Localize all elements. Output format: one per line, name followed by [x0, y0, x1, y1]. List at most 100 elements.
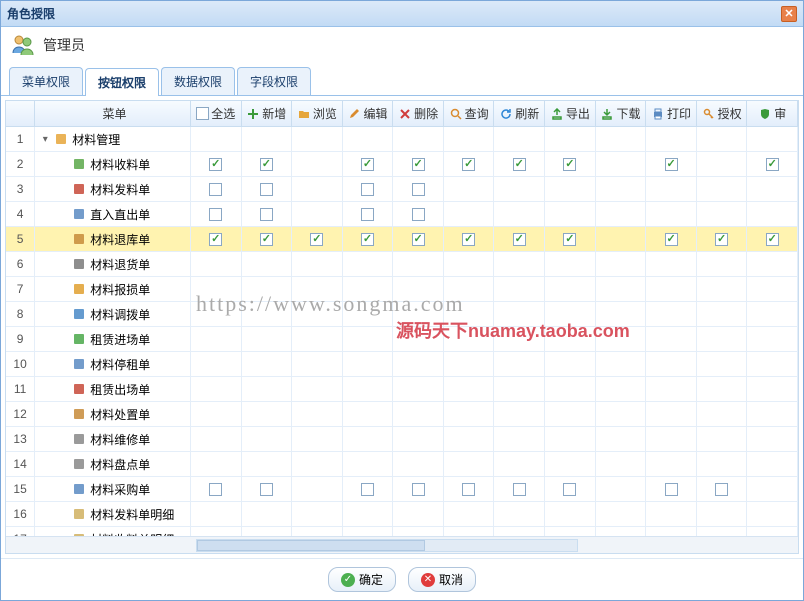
- column-header-query[interactable]: 查询: [444, 101, 495, 126]
- grid-header: 菜单全选新增浏览编辑删除查询刷新导出下载打印授权审: [6, 101, 798, 127]
- perm-cell-query: [444, 327, 495, 351]
- menu-item-label: 材料维修单: [90, 431, 150, 448]
- ok-button[interactable]: ✓确定: [328, 567, 396, 592]
- perm-checkbox-authorize[interactable]: [715, 483, 728, 496]
- pencil-icon: [347, 107, 361, 121]
- perm-checkbox-query[interactable]: [462, 233, 475, 246]
- perm-checkbox-delete[interactable]: [412, 483, 425, 496]
- column-header-export[interactable]: 导出: [545, 101, 596, 126]
- select-all-checkbox[interactable]: [196, 107, 209, 120]
- table-row[interactable]: 2材料收料单: [6, 152, 798, 177]
- perm-checkbox-edit[interactable]: [361, 183, 374, 196]
- perm-checkbox-delete[interactable]: [412, 183, 425, 196]
- table-row[interactable]: 17材料收料单明细: [6, 527, 798, 536]
- column-header-delete[interactable]: 删除: [393, 101, 444, 126]
- perm-checkbox-review[interactable]: [766, 158, 779, 171]
- horizontal-scrollbar[interactable]: [6, 536, 798, 553]
- column-header-authorize[interactable]: 授权: [697, 101, 748, 126]
- perm-checkbox-refresh[interactable]: [513, 483, 526, 496]
- table-row[interactable]: 14材料盘点单: [6, 452, 798, 477]
- table-row[interactable]: 16材料发料单明细: [6, 502, 798, 527]
- table-row[interactable]: 9租赁进场单: [6, 327, 798, 352]
- perm-cell-refresh: [494, 477, 545, 501]
- row-number: 6: [6, 252, 35, 276]
- perm-checkbox-query[interactable]: [462, 158, 475, 171]
- column-header-all[interactable]: 全选: [191, 101, 242, 126]
- tree-toggle-icon[interactable]: ▾: [39, 134, 51, 145]
- perm-checkbox-add[interactable]: [260, 183, 273, 196]
- table-row[interactable]: 5材料退库单: [6, 227, 798, 252]
- perm-cell-review: [747, 127, 798, 151]
- table-row[interactable]: 10材料停租单: [6, 352, 798, 377]
- table-row[interactable]: 11租赁出场单: [6, 377, 798, 402]
- column-header-menu[interactable]: 菜单: [35, 101, 191, 126]
- cancel-button[interactable]: ✕取消: [408, 567, 476, 592]
- perm-checkbox-print[interactable]: [665, 233, 678, 246]
- perm-checkbox-add[interactable]: [260, 158, 273, 171]
- column-header-review[interactable]: 审: [747, 101, 798, 126]
- tab-1[interactable]: 按钮权限: [85, 68, 159, 96]
- perm-checkbox-all[interactable]: [209, 158, 222, 171]
- menu-item-label: 材料处置单: [90, 406, 150, 423]
- table-row[interactable]: 8材料调拨单: [6, 302, 798, 327]
- perm-checkbox-authorize[interactable]: [715, 233, 728, 246]
- perm-checkbox-add[interactable]: [260, 233, 273, 246]
- grid-body[interactable]: 1▾材料管理2材料收料单3材料发料单4直入直出单5材料退库单6材料退货单7材料报…: [6, 127, 798, 536]
- close-icon[interactable]: ✕: [781, 6, 797, 22]
- column-header-print[interactable]: 打印: [646, 101, 697, 126]
- perm-checkbox-export[interactable]: [563, 158, 576, 171]
- perm-checkbox-edit[interactable]: [361, 208, 374, 221]
- perm-checkbox-edit[interactable]: [361, 483, 374, 496]
- perm-cell-edit: [343, 327, 394, 351]
- perm-checkbox-all[interactable]: [209, 483, 222, 496]
- perm-checkbox-delete[interactable]: [412, 208, 425, 221]
- perm-cell-authorize: [697, 177, 748, 201]
- perm-checkbox-refresh[interactable]: [513, 233, 526, 246]
- wrench-icon: [71, 431, 87, 447]
- perm-checkbox-add[interactable]: [260, 483, 273, 496]
- perm-cell-browse: [292, 427, 343, 451]
- column-header-add[interactable]: 新增: [242, 101, 293, 126]
- column-header-refresh[interactable]: 刷新: [494, 101, 545, 126]
- table-row[interactable]: 15材料采购单: [6, 477, 798, 502]
- perm-checkbox-edit[interactable]: [361, 158, 374, 171]
- perm-checkbox-all[interactable]: [209, 208, 222, 221]
- tab-2[interactable]: 数据权限: [161, 67, 235, 95]
- table-row[interactable]: 12 材料处置单: [6, 402, 798, 427]
- menu-cell: 材料采购单: [35, 477, 191, 501]
- permission-grid: 菜单全选新增浏览编辑删除查询刷新导出下载打印授权审 1▾材料管理2材料收料单3材…: [5, 100, 799, 554]
- perm-checkbox-delete[interactable]: [412, 158, 425, 171]
- tab-0[interactable]: 菜单权限: [9, 67, 83, 95]
- table-row[interactable]: 4直入直出单: [6, 202, 798, 227]
- table-row[interactable]: 6材料退货单: [6, 252, 798, 277]
- column-header-num[interactable]: [6, 101, 35, 126]
- folder-icon: [53, 131, 69, 147]
- perm-checkbox-delete[interactable]: [412, 233, 425, 246]
- table-row[interactable]: 1▾材料管理: [6, 127, 798, 152]
- perm-checkbox-refresh[interactable]: [513, 158, 526, 171]
- perm-checkbox-all[interactable]: [209, 183, 222, 196]
- perm-checkbox-all[interactable]: [209, 233, 222, 246]
- column-header-browse[interactable]: 浏览: [292, 101, 343, 126]
- perm-checkbox-query[interactable]: [462, 483, 475, 496]
- perm-checkbox-browse[interactable]: [310, 233, 323, 246]
- perm-checkbox-edit[interactable]: [361, 233, 374, 246]
- column-header-download[interactable]: 下载: [596, 101, 647, 126]
- perm-checkbox-print[interactable]: [665, 158, 678, 171]
- table-row[interactable]: 13材料维修单: [6, 427, 798, 452]
- perm-checkbox-review[interactable]: [766, 233, 779, 246]
- perm-cell-download: [596, 252, 647, 276]
- perm-cell-all: [191, 127, 242, 151]
- scroll-thumb[interactable]: [197, 540, 425, 551]
- column-header-edit[interactable]: 编辑: [343, 101, 394, 126]
- perm-checkbox-export[interactable]: [563, 483, 576, 496]
- perm-checkbox-add[interactable]: [260, 208, 273, 221]
- perm-cell-delete: [393, 402, 444, 426]
- perm-checkbox-export[interactable]: [563, 233, 576, 246]
- tab-3[interactable]: 字段权限: [237, 67, 311, 95]
- row-number: 12: [6, 402, 35, 426]
- perm-checkbox-print[interactable]: [665, 483, 678, 496]
- table-row[interactable]: 7材料报损单: [6, 277, 798, 302]
- table-row[interactable]: 3材料发料单: [6, 177, 798, 202]
- perm-cell-query: [444, 202, 495, 226]
